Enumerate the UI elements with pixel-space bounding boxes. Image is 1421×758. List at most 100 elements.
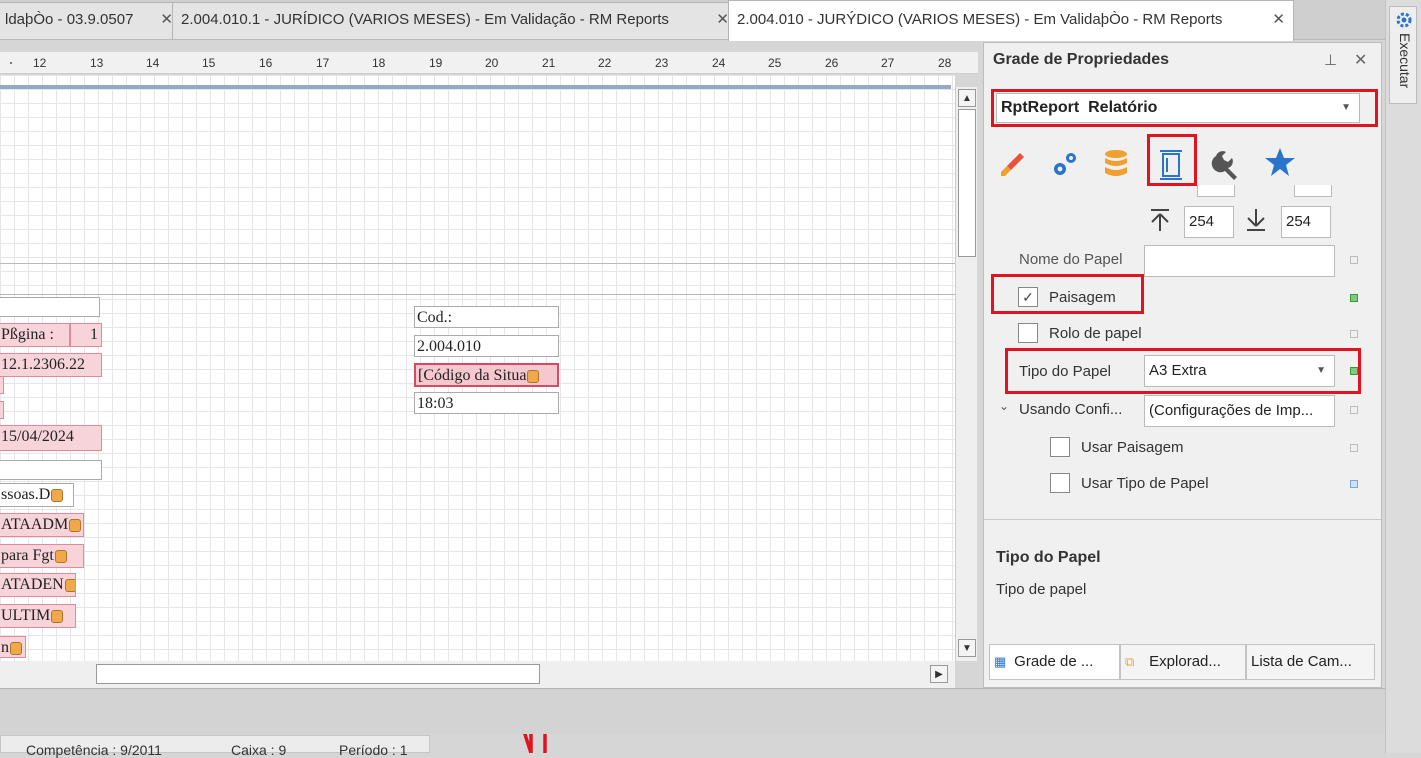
scrollbar-thumb[interactable] (96, 664, 540, 684)
property-grid-panel: Grade de Propriedades ⊥ ✕ RptReport Rela… (983, 42, 1382, 688)
tab-document-1[interactable]: ldaþÒo - 03.9.0507 ✕ (0, 2, 182, 39)
field-text: [Código da Situa (418, 367, 527, 384)
description-text: Tipo de papel (996, 581, 1087, 598)
ruler-tick: 26 (825, 56, 839, 70)
report-field[interactable]: para Fgt (0, 544, 84, 568)
grid-icon: ▦ (994, 654, 1007, 669)
default-value-marker (1350, 480, 1358, 488)
report-field[interactable]: Cod.: (414, 306, 559, 328)
rolo-papel-checkbox[interactable] (1018, 323, 1038, 343)
report-field[interactable]: ULTIM (0, 604, 76, 628)
usar-paisagem-label: Usar Paisagem (1081, 439, 1184, 456)
database-field-icon (64, 578, 75, 592)
report-field[interactable]: 1 (70, 323, 102, 347)
gear-icon (1396, 12, 1412, 28)
database-field-icon (51, 488, 64, 502)
report-field[interactable]: ATAADM (0, 513, 84, 537)
margin-input-partial[interactable] (1294, 185, 1332, 197)
field-text: n (1, 639, 9, 656)
chevron-down-icon[interactable]: ⌄ (999, 399, 1009, 413)
modified-value-marker (1350, 294, 1358, 302)
report-field[interactable]: ATADEN (0, 573, 76, 597)
report-field-selected[interactable]: [Código da Situa (414, 363, 559, 387)
executar-label: Executar (1397, 33, 1413, 89)
tab-field-list[interactable]: Lista de Cam... (1246, 644, 1375, 680)
report-field[interactable]: 18:03 (414, 392, 559, 414)
band-separator (0, 294, 955, 295)
executar-side-tab[interactable]: Executar (1389, 6, 1417, 104)
usar-tipo-papel-label: Usar Tipo de Papel (1081, 475, 1209, 492)
report-field[interactable] (0, 376, 4, 394)
margin-top-input[interactable]: 254 (1184, 206, 1234, 238)
margin-bottom-input[interactable]: 254 (1281, 206, 1331, 238)
ruler-tick: 23 (655, 56, 669, 70)
scroll-down-button[interactable]: ▼ (958, 639, 976, 657)
report-field[interactable] (0, 297, 100, 317)
database-field-icon (51, 609, 64, 623)
report-field[interactable] (0, 401, 4, 419)
report-field[interactable]: 2.004.010 (414, 335, 559, 357)
tab-label: ldaþÒo - 03.9.0507 (5, 11, 134, 28)
side-toolbar (1385, 0, 1421, 753)
report-field[interactable]: Pßgina : (0, 323, 70, 347)
description-title: Tipo do Papel (996, 549, 1101, 566)
divider (984, 519, 1381, 520)
usar-tipo-papel-checkbox[interactable] (1050, 473, 1070, 493)
pin-icon[interactable]: ⊥ (1324, 51, 1337, 69)
database-field-icon (527, 369, 540, 383)
band-separator (0, 263, 955, 264)
database-field-icon (69, 518, 82, 532)
wrench-icon[interactable] (1210, 148, 1242, 180)
highlight-box (991, 274, 1144, 314)
usar-paisagem-checkbox[interactable] (1050, 437, 1070, 457)
ruler-tick: 18 (372, 56, 386, 70)
nome-papel-input[interactable] (1144, 245, 1335, 277)
ruler-tick: 25 (768, 56, 782, 70)
tab-label: Explorad... (1149, 653, 1221, 670)
usando-config-input[interactable]: (Configurações de Imp... (1144, 395, 1335, 427)
margin-input-partial[interactable] (1197, 185, 1235, 197)
report-field[interactable] (0, 460, 102, 480)
gears-icon[interactable] (1048, 147, 1082, 181)
ruler-tick: 19 (429, 56, 443, 70)
tab-document-2[interactable]: 2.004.010.1 - JURÍDICO (VARIOS MESES) - … (172, 2, 738, 39)
bottom-area (0, 688, 1385, 734)
field-text: ATADEN (1, 576, 64, 593)
ruler-tick: 14 (146, 56, 160, 70)
scroll-up-button[interactable]: ▲ (958, 89, 976, 107)
scroll-right-button[interactable]: ▶ (930, 665, 948, 683)
tab-explorer[interactable]: ⧉ Explorad... (1120, 644, 1246, 680)
horizontal-scrollbar[interactable]: ▶ (0, 661, 955, 688)
close-icon[interactable]: ✕ (1272, 1, 1285, 39)
arrow-down-to-line-icon (1247, 209, 1265, 231)
database-icon[interactable] (1102, 147, 1130, 181)
field-text: ATAADM (1, 516, 69, 533)
tab-property-grid[interactable]: ▦ Grade de ... (989, 644, 1120, 680)
close-icon[interactable]: ✕ (1354, 50, 1367, 70)
vertical-scrollbar[interactable]: ▲ ▼ (955, 87, 977, 661)
report-field[interactable]: n (0, 636, 26, 658)
ruler-tick: 20 (485, 56, 499, 70)
tab-label: Grade de ... (1014, 653, 1094, 670)
status-bar: Competência : 9/2011 Caixa : 9 Período :… (0, 735, 430, 758)
default-value-marker (1350, 256, 1358, 264)
tab-document-3[interactable]: 2.004.010 - JURÝDICO (VARIOS MESES) - Em… (728, 0, 1294, 41)
usando-config-label: Usando Confi... (1019, 401, 1123, 418)
tab-label: Lista de Cam... (1251, 653, 1352, 670)
rolo-papel-label: Rolo de papel (1049, 325, 1142, 342)
ruler-tick: 12 (33, 56, 47, 70)
tree-icon: ⧉ (1125, 654, 1135, 669)
status-caixa: Caixa : 9 (231, 742, 287, 758)
field-text: ssoas.D (1, 486, 51, 503)
report-field[interactable]: 15/04/2024 (0, 425, 102, 451)
star-icon[interactable] (1264, 146, 1296, 178)
scrollbar-thumb[interactable] (958, 109, 976, 257)
default-value-marker (1350, 406, 1358, 414)
report-design-canvas[interactable]: Pßgina : 1 12.1.2306.22 15/04/2024 ssoas… (0, 75, 955, 661)
report-field[interactable]: ssoas.D (0, 483, 74, 507)
brush-icon[interactable] (998, 149, 1028, 179)
ruler-tick: 17 (316, 56, 330, 70)
ruler-tick: 24 (712, 56, 726, 70)
report-field[interactable]: 12.1.2306.22 (0, 353, 102, 377)
status-competencia: Competência : 9/2011 (26, 742, 162, 758)
